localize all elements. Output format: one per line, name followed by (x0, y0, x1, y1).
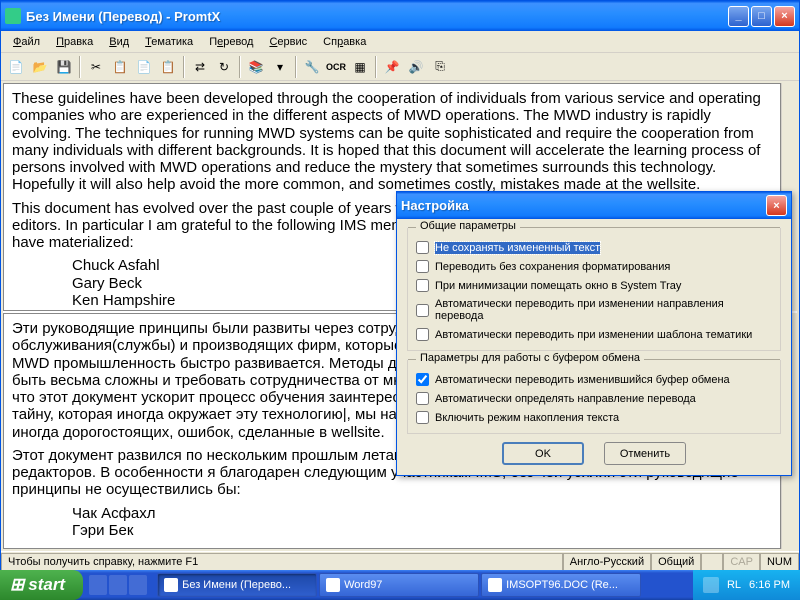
clipboard-group: Параметры для работы с буфером обмена Ав… (407, 359, 781, 434)
checkbox-option[interactable]: Включить режим накопления текста (416, 408, 772, 427)
dialog-title: Настройка (401, 198, 766, 213)
status-blank (701, 553, 723, 571)
statusbar: Чтобы получить справку, нажмите F1 Англо… (1, 551, 799, 571)
menu-theme[interactable]: Тематика (137, 34, 201, 50)
start-icon: ⊞ (10, 575, 24, 595)
checkbox-label: Переводить без сохранения форматирования (435, 261, 670, 273)
copy-icon[interactable]: 📋 (109, 56, 131, 78)
quicklaunch-icon[interactable] (109, 575, 127, 595)
checkbox-option[interactable]: Автоматически определять направление пер… (416, 389, 772, 408)
task-icon (326, 578, 340, 592)
minimize-button[interactable]: _ (728, 6, 749, 27)
exit-icon[interactable]: ⎘ (429, 56, 451, 78)
checkbox[interactable] (416, 411, 429, 424)
paste-icon[interactable]: 📄 (133, 56, 155, 78)
status-template[interactable]: Общий (651, 553, 701, 571)
taskbar-task[interactable]: Без Имени (Перево... (157, 573, 317, 597)
taskbar: ⊞ start Без Имени (Перево... Word97 IMSOPT… (0, 570, 800, 600)
toolbar: 📄 📂 💾 ✂ 📋 📄 📋 ⇄ ↻ 📚 ▾ 🔧 OCR ▦ 📌 🔊 ⎘ (1, 53, 799, 81)
maximize-button[interactable]: □ (751, 6, 772, 27)
cut-icon[interactable]: ✂ (85, 56, 107, 78)
task-label: IMSOPT96.DOC (Re... (506, 579, 618, 591)
settings-dialog: Настройка × Общие параметры Не сохранять… (396, 191, 792, 476)
checkbox[interactable] (416, 328, 429, 341)
source-paragraph: These guidelines have been developed thr… (12, 90, 772, 194)
app-icon (5, 8, 21, 24)
translate-icon[interactable]: ⇄ (189, 56, 211, 78)
start-button[interactable]: ⊞ start (0, 570, 83, 600)
translation-name: Гэри Бек (72, 522, 772, 539)
ok-button[interactable]: OK (502, 442, 584, 465)
checkbox-option[interactable]: Не сохранять измененный текст (416, 238, 772, 257)
paste2-icon[interactable]: 📋 (157, 56, 179, 78)
dialog-close-button[interactable]: × (766, 195, 787, 216)
checkbox[interactable] (416, 260, 429, 273)
main-titlebar: Без Имени (Перевод) - PromtX _ □ × (1, 1, 799, 31)
new-icon[interactable]: 📄 (5, 56, 27, 78)
close-button[interactable]: × (774, 6, 795, 27)
status-num: NUM (760, 553, 799, 571)
quicklaunch-icon[interactable] (129, 575, 147, 595)
task-label: Без Имени (Перево... (182, 579, 291, 591)
checkbox-option[interactable]: Автоматически переводить при изменении н… (416, 295, 772, 325)
checkbox-label: Автоматически переводить изменившийся бу… (435, 374, 730, 386)
checkbox-option[interactable]: Автоматически переводить изменившийся бу… (416, 370, 772, 389)
checkbox-label: Не сохранять измененный текст (435, 242, 600, 254)
tray-clock[interactable]: 6:16 PM (749, 579, 790, 591)
checkbox[interactable] (416, 241, 429, 254)
dropdown-icon[interactable]: ▾ (269, 56, 291, 78)
cancel-button[interactable]: Отменить (604, 442, 686, 465)
menubar: Файл Правка Вид Тематика Перевод Сервис … (1, 31, 799, 53)
menu-service[interactable]: Сервис (261, 34, 315, 50)
status-cap: CAP (723, 553, 760, 571)
checkbox-label: При минимизации помещать окно в System T… (435, 280, 681, 292)
sound-icon[interactable]: 🔊 (405, 56, 427, 78)
ocr-icon[interactable]: OCR (325, 56, 347, 78)
checkbox[interactable] (416, 373, 429, 386)
tray-icon[interactable] (703, 577, 719, 593)
pin-icon[interactable]: 📌 (381, 56, 403, 78)
task-label: Word97 (344, 579, 382, 591)
menu-help[interactable]: Справка (315, 34, 374, 50)
checkbox[interactable] (416, 392, 429, 405)
taskbar-task[interactable]: Word97 (319, 573, 479, 597)
general-group: Общие параметры Не сохранять измененный … (407, 227, 781, 351)
clipboard-legend: Параметры для работы с буфером обмена (416, 352, 644, 364)
refresh-icon[interactable]: ↻ (213, 56, 235, 78)
checkbox-label: Включить режим накопления текста (435, 412, 619, 424)
translation-name: Чак Асфахл (72, 505, 772, 522)
window-icon[interactable]: ▦ (349, 56, 371, 78)
save-icon[interactable]: 💾 (53, 56, 75, 78)
checkbox[interactable] (416, 279, 429, 292)
task-icon (164, 578, 178, 592)
open-icon[interactable]: 📂 (29, 56, 51, 78)
books-icon[interactable]: 📚 (245, 56, 267, 78)
checkbox-option[interactable]: Автоматически переводить при изменении ш… (416, 325, 772, 344)
checkbox-option[interactable]: Переводить без сохранения форматирования (416, 257, 772, 276)
task-icon (488, 578, 502, 592)
system-tray: RL 6:16 PM (693, 570, 800, 600)
window-title: Без Имени (Перевод) - PromtX (26, 9, 728, 24)
checkbox-label: Автоматически определять направление пер… (435, 393, 696, 405)
menu-edit[interactable]: Правка (48, 34, 101, 50)
menu-view[interactable]: Вид (101, 34, 137, 50)
checkbox-label: Автоматически переводить при изменении ш… (435, 329, 752, 341)
menu-file[interactable]: Файл (5, 34, 48, 50)
wrench-icon[interactable]: 🔧 (301, 56, 323, 78)
status-lang[interactable]: Англо-Русский (563, 553, 651, 571)
quicklaunch-icon[interactable] (89, 575, 107, 595)
tray-lang[interactable]: RL (727, 579, 741, 591)
general-legend: Общие параметры (416, 220, 520, 232)
status-help: Чтобы получить справку, нажмите F1 (1, 553, 563, 571)
checkbox[interactable] (416, 304, 429, 317)
menu-translate[interactable]: Перевод (201, 34, 261, 50)
checkbox-option[interactable]: При минимизации помещать окно в System T… (416, 276, 772, 295)
taskbar-task[interactable]: IMSOPT96.DOC (Re... (481, 573, 641, 597)
checkbox-label: Автоматически переводить при изменении н… (435, 298, 772, 322)
